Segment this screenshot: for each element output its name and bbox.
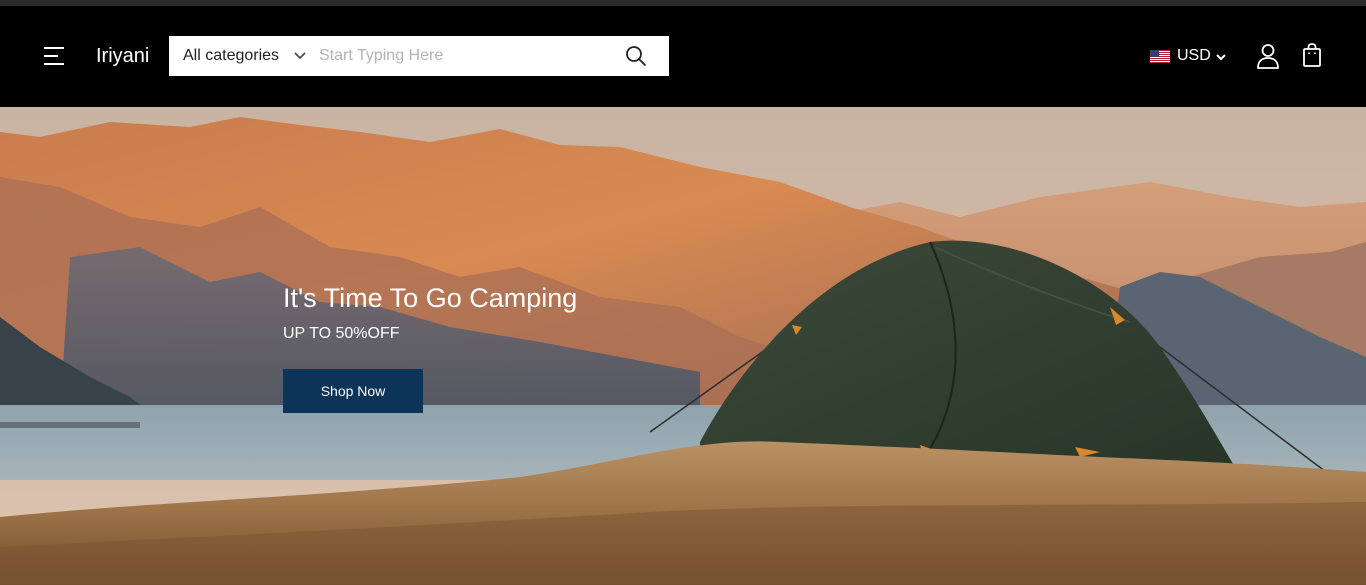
camping-landscape-image <box>0 107 1366 585</box>
search-input[interactable] <box>319 44 609 68</box>
category-select[interactable]: All categories <box>183 36 279 76</box>
chevron-down-icon <box>1216 53 1226 60</box>
shopping-bag-icon[interactable] <box>1302 43 1322 67</box>
search-bar: All categories <box>169 36 669 76</box>
chevron-down-icon[interactable] <box>293 49 307 63</box>
shop-now-button[interactable]: Shop Now <box>283 369 423 413</box>
search-icon[interactable] <box>625 45 647 67</box>
site-header: Iriyani All categories USD <box>0 6 1366 107</box>
user-account-icon[interactable] <box>1256 43 1280 69</box>
site-logo[interactable]: Iriyani <box>96 44 149 68</box>
currency-label: USD <box>1177 47 1211 64</box>
hero-subtitle: UP TO 50%OFF <box>283 325 400 342</box>
hero-title: It's Time To Go Camping <box>283 283 578 313</box>
hero-banner: It's Time To Go Camping UP TO 50%OFF Sho… <box>0 107 1366 585</box>
hamburger-menu-icon[interactable] <box>40 44 68 68</box>
us-flag-icon <box>1150 49 1170 63</box>
currency-selector[interactable]: USD <box>1150 44 1227 68</box>
